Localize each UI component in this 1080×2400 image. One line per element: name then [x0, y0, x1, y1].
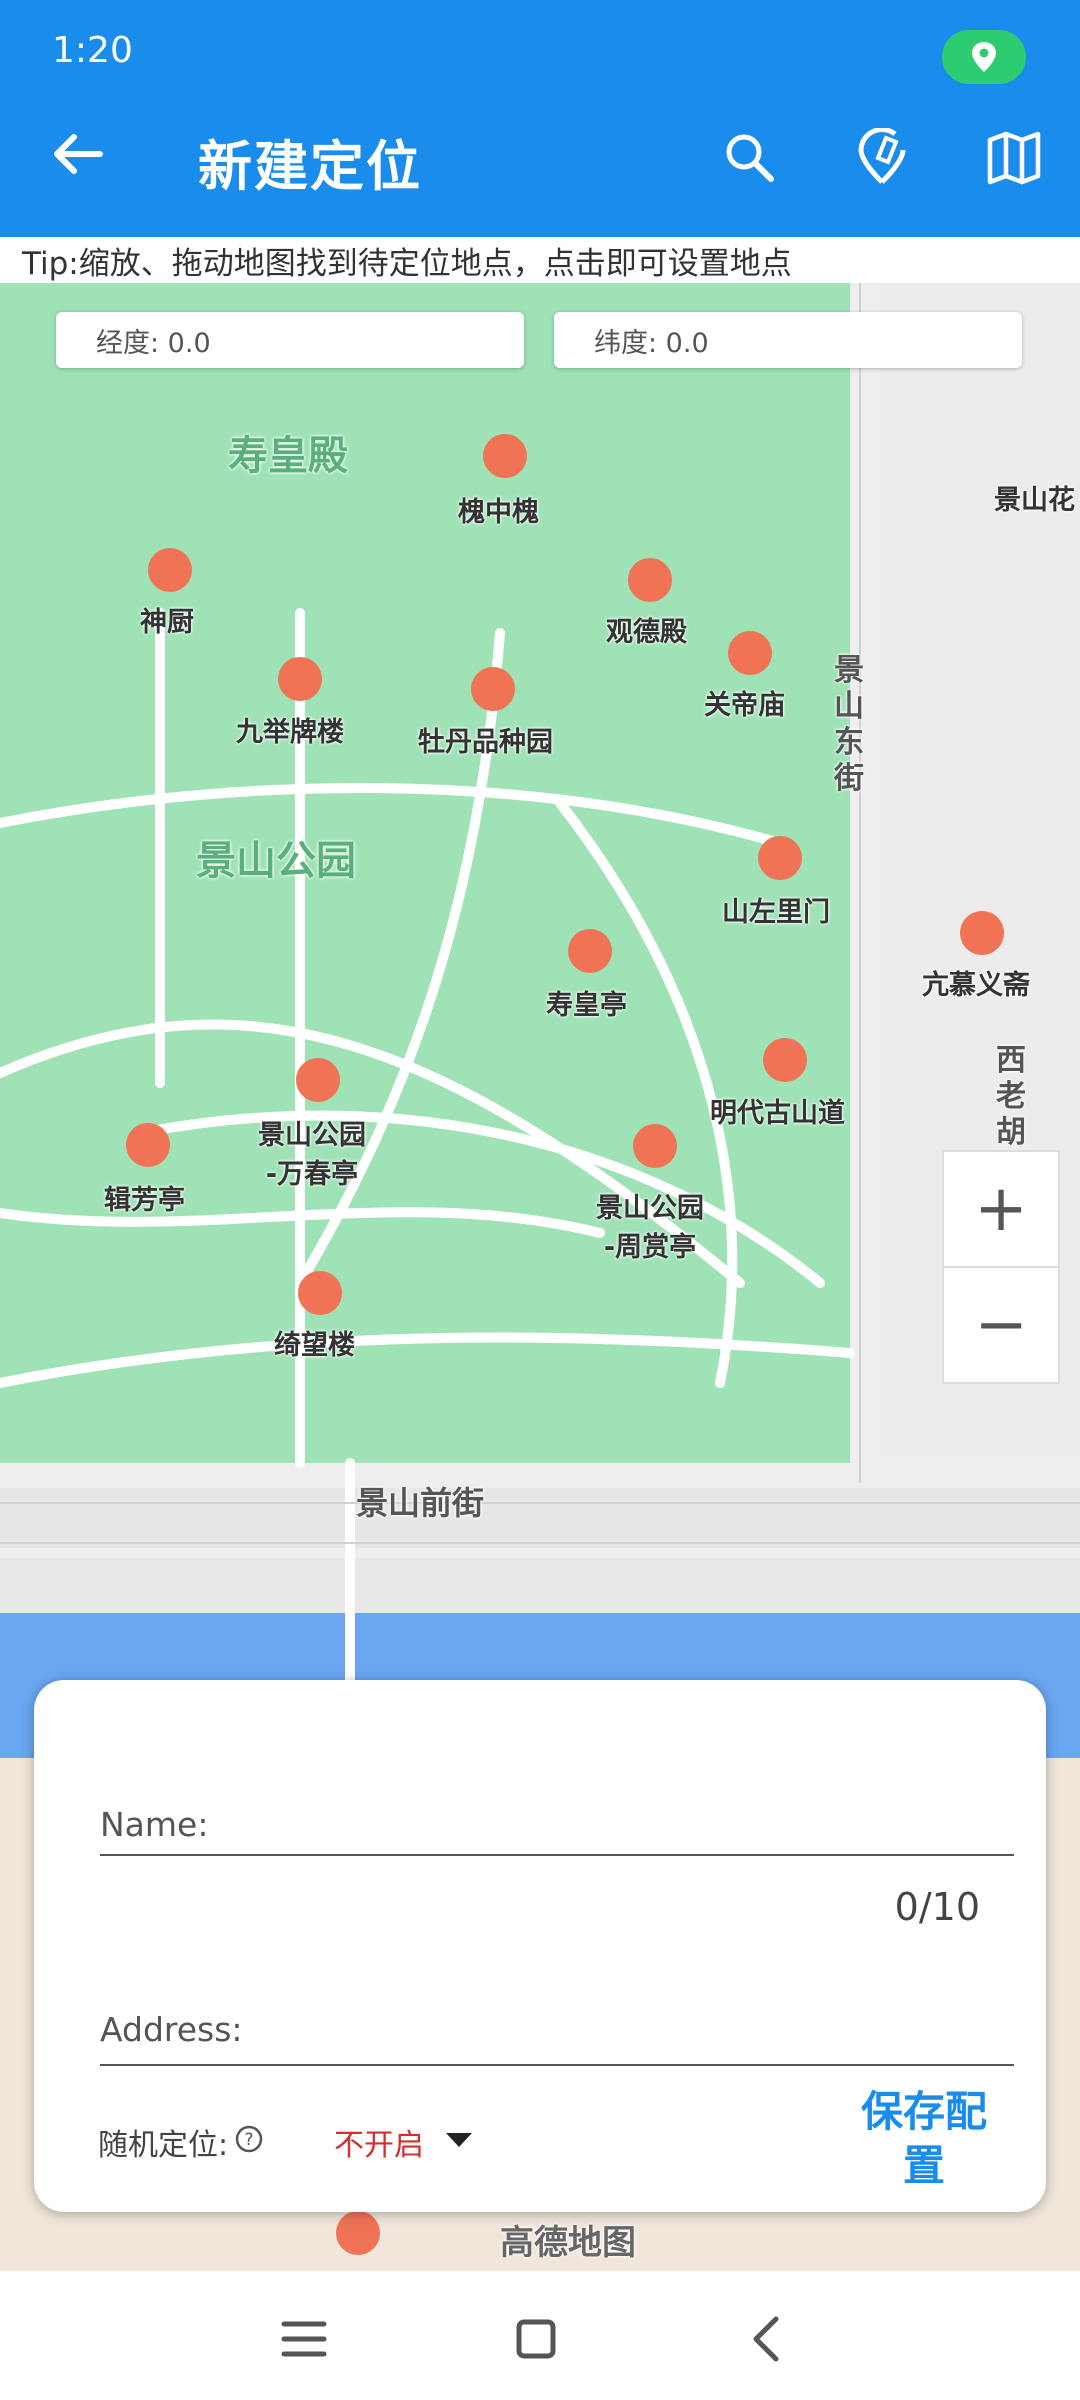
- latitude-display: 纬度: 0.0: [554, 312, 1022, 368]
- edit-location-icon[interactable]: [852, 128, 912, 188]
- map-poi-label: 神厨: [140, 607, 194, 638]
- address-input[interactable]: [274, 2005, 1008, 2045]
- status-time: 1:20: [52, 30, 133, 71]
- map-poi-label: 槐中槐: [458, 497, 539, 528]
- address-label: Address:: [100, 2010, 243, 2049]
- back-nav-icon[interactable]: [738, 2309, 798, 2369]
- map-poi-label: 景山东街: [834, 653, 864, 796]
- map-poi-label: 景山公园 -万春亭: [258, 1120, 366, 1190]
- save-config-button[interactable]: 保存配置: [854, 2085, 994, 2193]
- map-logo-text: 高德地图: [500, 2223, 636, 2263]
- location-pin-icon: [972, 42, 996, 72]
- map-poi-label: 牡丹品种园: [418, 727, 553, 758]
- search-icon[interactable]: [720, 128, 780, 188]
- random-location-label: 随机定位:: [98, 2128, 229, 2163]
- svg-text:?: ?: [244, 2130, 253, 2150]
- address-underline: [100, 2064, 1014, 2066]
- name-label: Name:: [100, 1805, 209, 1844]
- app-bar: 1:20 新建定位: [0, 0, 1080, 237]
- map-poi-label: 亢慕义斋: [922, 970, 1030, 1001]
- longitude-display: 经度: 0.0: [56, 312, 524, 368]
- system-nav-bar: [0, 2271, 1080, 2400]
- map-poi-label: 九举牌楼: [236, 717, 344, 748]
- dropdown-arrow-icon[interactable]: [444, 2131, 474, 2149]
- name-input[interactable]: [234, 1800, 1008, 1840]
- name-char-counter: 0/10: [894, 1885, 980, 1929]
- map-poi-label: 景山花: [994, 485, 1075, 516]
- map-poi-label: 观德殿: [606, 617, 687, 648]
- map-poi-label: 绮望楼: [274, 1330, 355, 1361]
- zoom-out-button[interactable]: −: [942, 1266, 1060, 1384]
- map-tip: Tip:缩放、拖动地图找到待定位地点，点击即可设置地点: [22, 246, 792, 282]
- map-poi-label: 寿皇亭: [546, 990, 627, 1021]
- map-poi-label: 寿皇殿: [228, 433, 348, 479]
- map-poi-label: 山左里门: [722, 897, 830, 928]
- page-title: 新建定位: [198, 135, 422, 198]
- help-icon[interactable]: ?: [234, 2124, 264, 2154]
- map-poi-label: 辑芳亭: [104, 1185, 185, 1216]
- map-poi-label: 景山前街: [356, 1484, 485, 1522]
- location-form-panel: Name: 0/10 Address: 随机定位: ? 不开启 保存配置: [34, 1680, 1046, 2212]
- map-poi-label: 关帝庙: [704, 690, 785, 721]
- map-poi-label: 明代古山道: [710, 1098, 845, 1129]
- random-location-select[interactable]: 不开启: [334, 2120, 424, 2164]
- map-icon[interactable]: [984, 128, 1044, 188]
- map-poi-label: 景山公园: [196, 838, 356, 884]
- menu-icon[interactable]: [274, 2309, 334, 2369]
- name-underline: [100, 1854, 1014, 1856]
- location-status-pill: [942, 30, 1026, 84]
- home-square-icon[interactable]: [506, 2309, 566, 2369]
- back-arrow-icon[interactable]: [48, 124, 108, 184]
- park-area: [0, 283, 850, 1463]
- map-poi-label: 景山公园 -周赏亭: [596, 1193, 704, 1263]
- zoom-in-button[interactable]: +: [942, 1150, 1060, 1268]
